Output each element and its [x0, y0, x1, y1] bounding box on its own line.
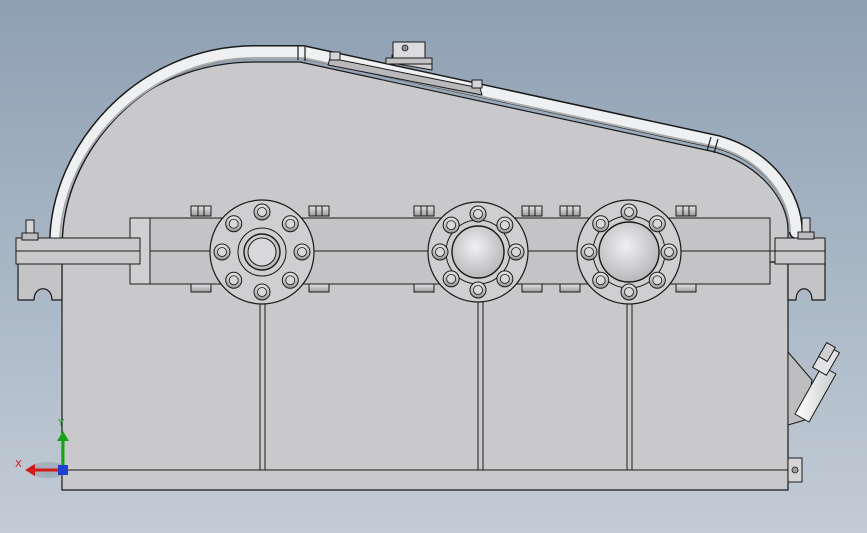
- y-axis-label: Y: [57, 418, 65, 429]
- cad-viewport[interactable]: X Y: [0, 0, 867, 533]
- output-shaft-cap-bolt: [592, 215, 610, 233]
- input-shaft-cap-bolt: [293, 243, 311, 261]
- intermediate-shaft-cap-bolt: [469, 205, 487, 223]
- intermediate-shaft-bore: [451, 225, 505, 279]
- output-shaft-cap-bolt: [580, 243, 598, 261]
- input-shaft-cap-bolt: [281, 271, 299, 289]
- intermediate-shaft-cap-bolt: [442, 270, 460, 288]
- output-shaft-cap-bolt: [620, 283, 638, 301]
- input-shaft-cap-bolt: [213, 243, 231, 261]
- input-shaft-bearing-cap[interactable]: [209, 199, 315, 305]
- intermediate-shaft-cap-bolt: [431, 243, 449, 261]
- bearing-caps[interactable]: [209, 199, 682, 305]
- output-shaft-bearing-cap[interactable]: [576, 199, 682, 305]
- input-shaft-cap-bolt: [253, 283, 271, 301]
- drain-plug[interactable]: [787, 457, 803, 483]
- output-shaft-cap-bolt: [660, 243, 678, 261]
- breather-plug[interactable]: [385, 41, 433, 65]
- intermediate-shaft-cap-bolt: [496, 270, 514, 288]
- input-shaft-cap-bolt: [281, 215, 299, 233]
- intermediate-shaft-cap-bolt: [496, 216, 514, 234]
- output-shaft-bore: [598, 221, 660, 283]
- intermediate-shaft-cap-bolt: [507, 243, 525, 261]
- intermediate-shaft-bearing-cap[interactable]: [427, 201, 529, 303]
- output-shaft-cap-bolt: [648, 271, 666, 289]
- x-axis-label: X: [15, 459, 22, 470]
- intermediate-shaft-cap-bolt: [469, 281, 487, 299]
- z-axis-marker: [58, 465, 68, 475]
- output-shaft-cap-bolt: [592, 271, 610, 289]
- output-shaft-cap-bolt: [620, 203, 638, 221]
- intermediate-shaft-cap-bolt: [442, 216, 460, 234]
- gearbox-model-view[interactable]: X Y: [0, 0, 867, 533]
- lower-housing[interactable]: [61, 261, 789, 491]
- input-shaft-cap-bolt: [225, 215, 243, 233]
- input-shaft-cap-bolt: [225, 271, 243, 289]
- input-shaft-cap-bolt: [253, 203, 271, 221]
- output-shaft-cap-bolt: [648, 215, 666, 233]
